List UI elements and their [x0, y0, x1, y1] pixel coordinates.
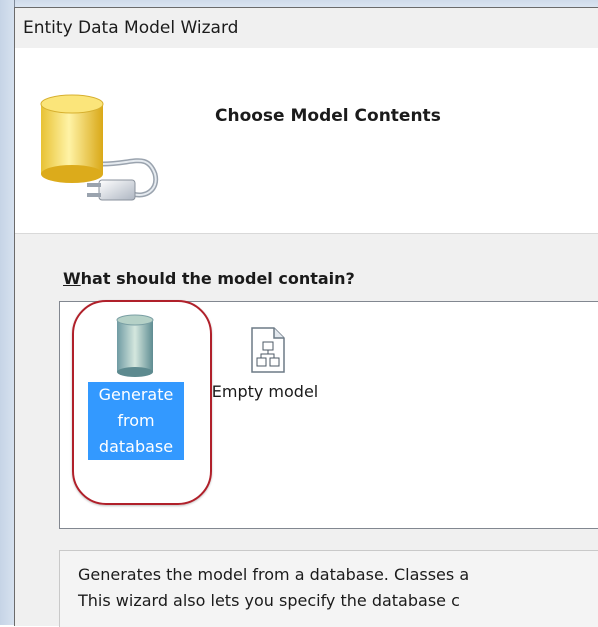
wizard-dialog: Entity Data Model Wizard Choose Model Co… — [14, 7, 598, 627]
database-plug-icon — [37, 94, 177, 208]
question-text: hat should the model contain? — [80, 269, 355, 288]
option-label-generate-line1: Generate — [98, 385, 174, 404]
description-line-2: This wizard also lets you specify the da… — [78, 591, 460, 610]
window-title: Entity Data Model Wizard — [23, 18, 239, 38]
title-bar[interactable]: Entity Data Model Wizard — [15, 8, 598, 48]
window-left-frame — [0, 0, 15, 625]
option-label-generate-line2: from — [117, 411, 155, 430]
question-label: What should the model contain? — [63, 269, 355, 288]
page-title: Choose Model Contents — [215, 106, 441, 126]
question-accesskey: W — [63, 269, 81, 288]
empty-model-document-icon — [251, 327, 285, 373]
option-label-empty: Empty model — [211, 382, 319, 401]
option-label-generate: Generate from database — [88, 382, 184, 460]
model-options-list[interactable]: Generate from database Empty model — [59, 300, 598, 529]
description-line-1: Generates the model from a database. Cla… — [78, 565, 470, 584]
option-label-generate-line3: database — [98, 437, 174, 456]
option-description: Generates the model from a database. Cla… — [59, 550, 598, 627]
wizard-header: Choose Model Contents — [15, 48, 598, 234]
option-generate-from-database[interactable]: Generate from database — [88, 314, 184, 460]
window-top-frame — [0, 0, 598, 7]
option-empty-model[interactable]: Empty model — [208, 314, 328, 405]
database-icon — [116, 314, 154, 377]
